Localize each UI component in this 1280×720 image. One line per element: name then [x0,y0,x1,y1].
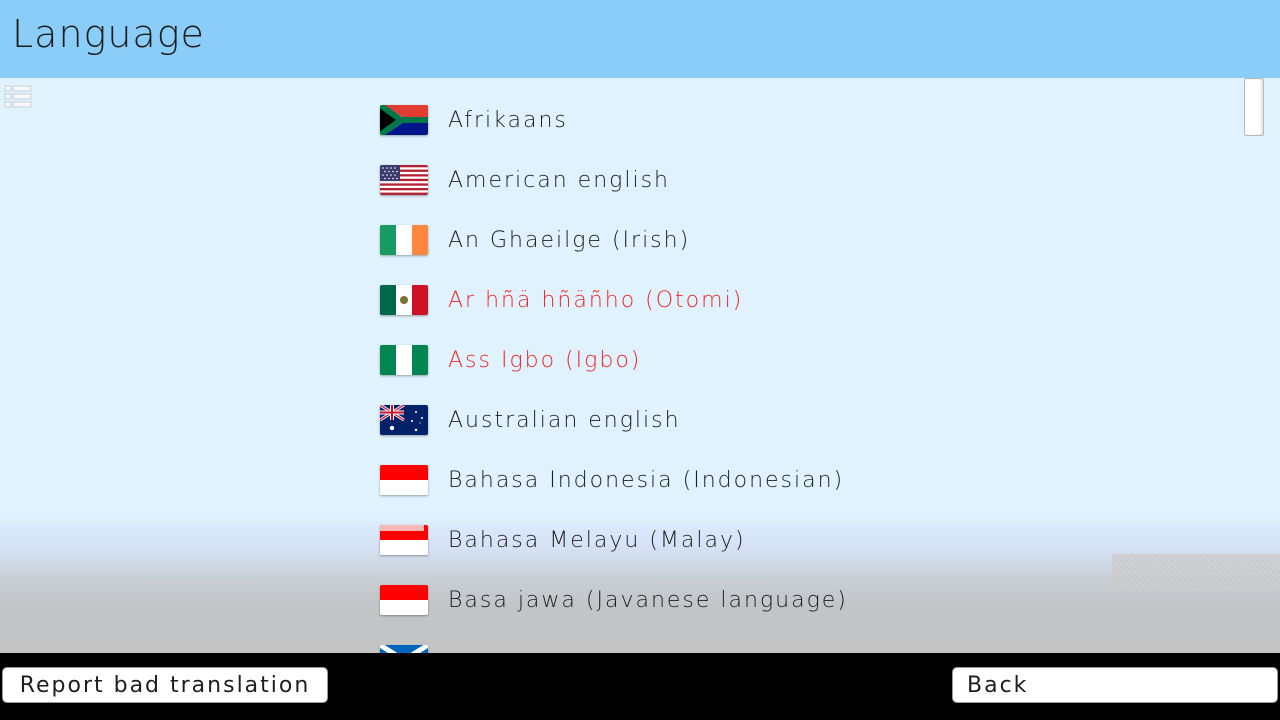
scrollbar-thumb[interactable] [1244,78,1264,136]
language-label: Ass Igbo (Igbo) [448,347,642,373]
language-item-javanese[interactable]: Basa jawa (Javanese language) [380,570,1200,630]
footer-bar: Report bad translation Back [0,653,1280,720]
nigeria-flag-icon [380,345,428,375]
language-item-igbo[interactable]: Ass Igbo (Igbo) [380,330,1200,390]
indonesia-flag-icon [380,585,428,615]
back-button[interactable]: Back [952,667,1278,703]
language-item-indonesian[interactable]: Bahasa Indonesia (Indonesian) [380,450,1200,510]
language-label: Australian english [448,407,681,433]
report-bad-translation-button[interactable]: Report bad translation [2,667,328,703]
language-item-otomi[interactable]: Ar hñä hñäñho (Otomi) [380,270,1200,330]
language-item-scottish-gaelic[interactable] [380,630,1200,653]
language-item-afrikaans[interactable]: Afrikaans [380,90,1200,150]
ireland-flag-icon [380,225,428,255]
language-item-irish[interactable]: An Ghaeilge (Irish) [380,210,1200,270]
language-label: Afrikaans [448,107,568,133]
scotland-flag-icon [380,645,428,653]
usa-flag-icon [380,165,428,195]
language-label: Ar hñä hñäñho (Otomi) [448,287,744,313]
language-list-panel: Afrikaans American english An Ghaeilge (… [0,78,1280,653]
indonesia-flag-icon [380,465,428,495]
mexico-flag-icon [380,285,428,315]
header-bar: Language [0,0,1280,78]
malaysia-flag-icon [380,525,428,555]
language-item-australian-english[interactable]: Australian english [380,390,1200,450]
language-label: Bahasa Indonesia (Indonesian) [448,467,845,493]
page-title: Language [12,12,205,56]
language-item-malay[interactable]: Bahasa Melayu (Malay) [380,510,1200,570]
language-label: Basa jawa (Javanese language) [448,587,848,613]
language-item-american-english[interactable]: American english [380,150,1200,210]
texture-overlay [1112,554,1280,590]
list-view-icon[interactable] [4,84,32,110]
south-africa-flag-icon [380,105,428,135]
language-list: Afrikaans American english An Ghaeilge (… [380,90,1200,653]
language-label: American english [448,167,670,193]
language-label: An Ghaeilge (Irish) [448,227,691,253]
australia-flag-icon [380,405,428,435]
language-label: Bahasa Melayu (Malay) [448,527,746,553]
